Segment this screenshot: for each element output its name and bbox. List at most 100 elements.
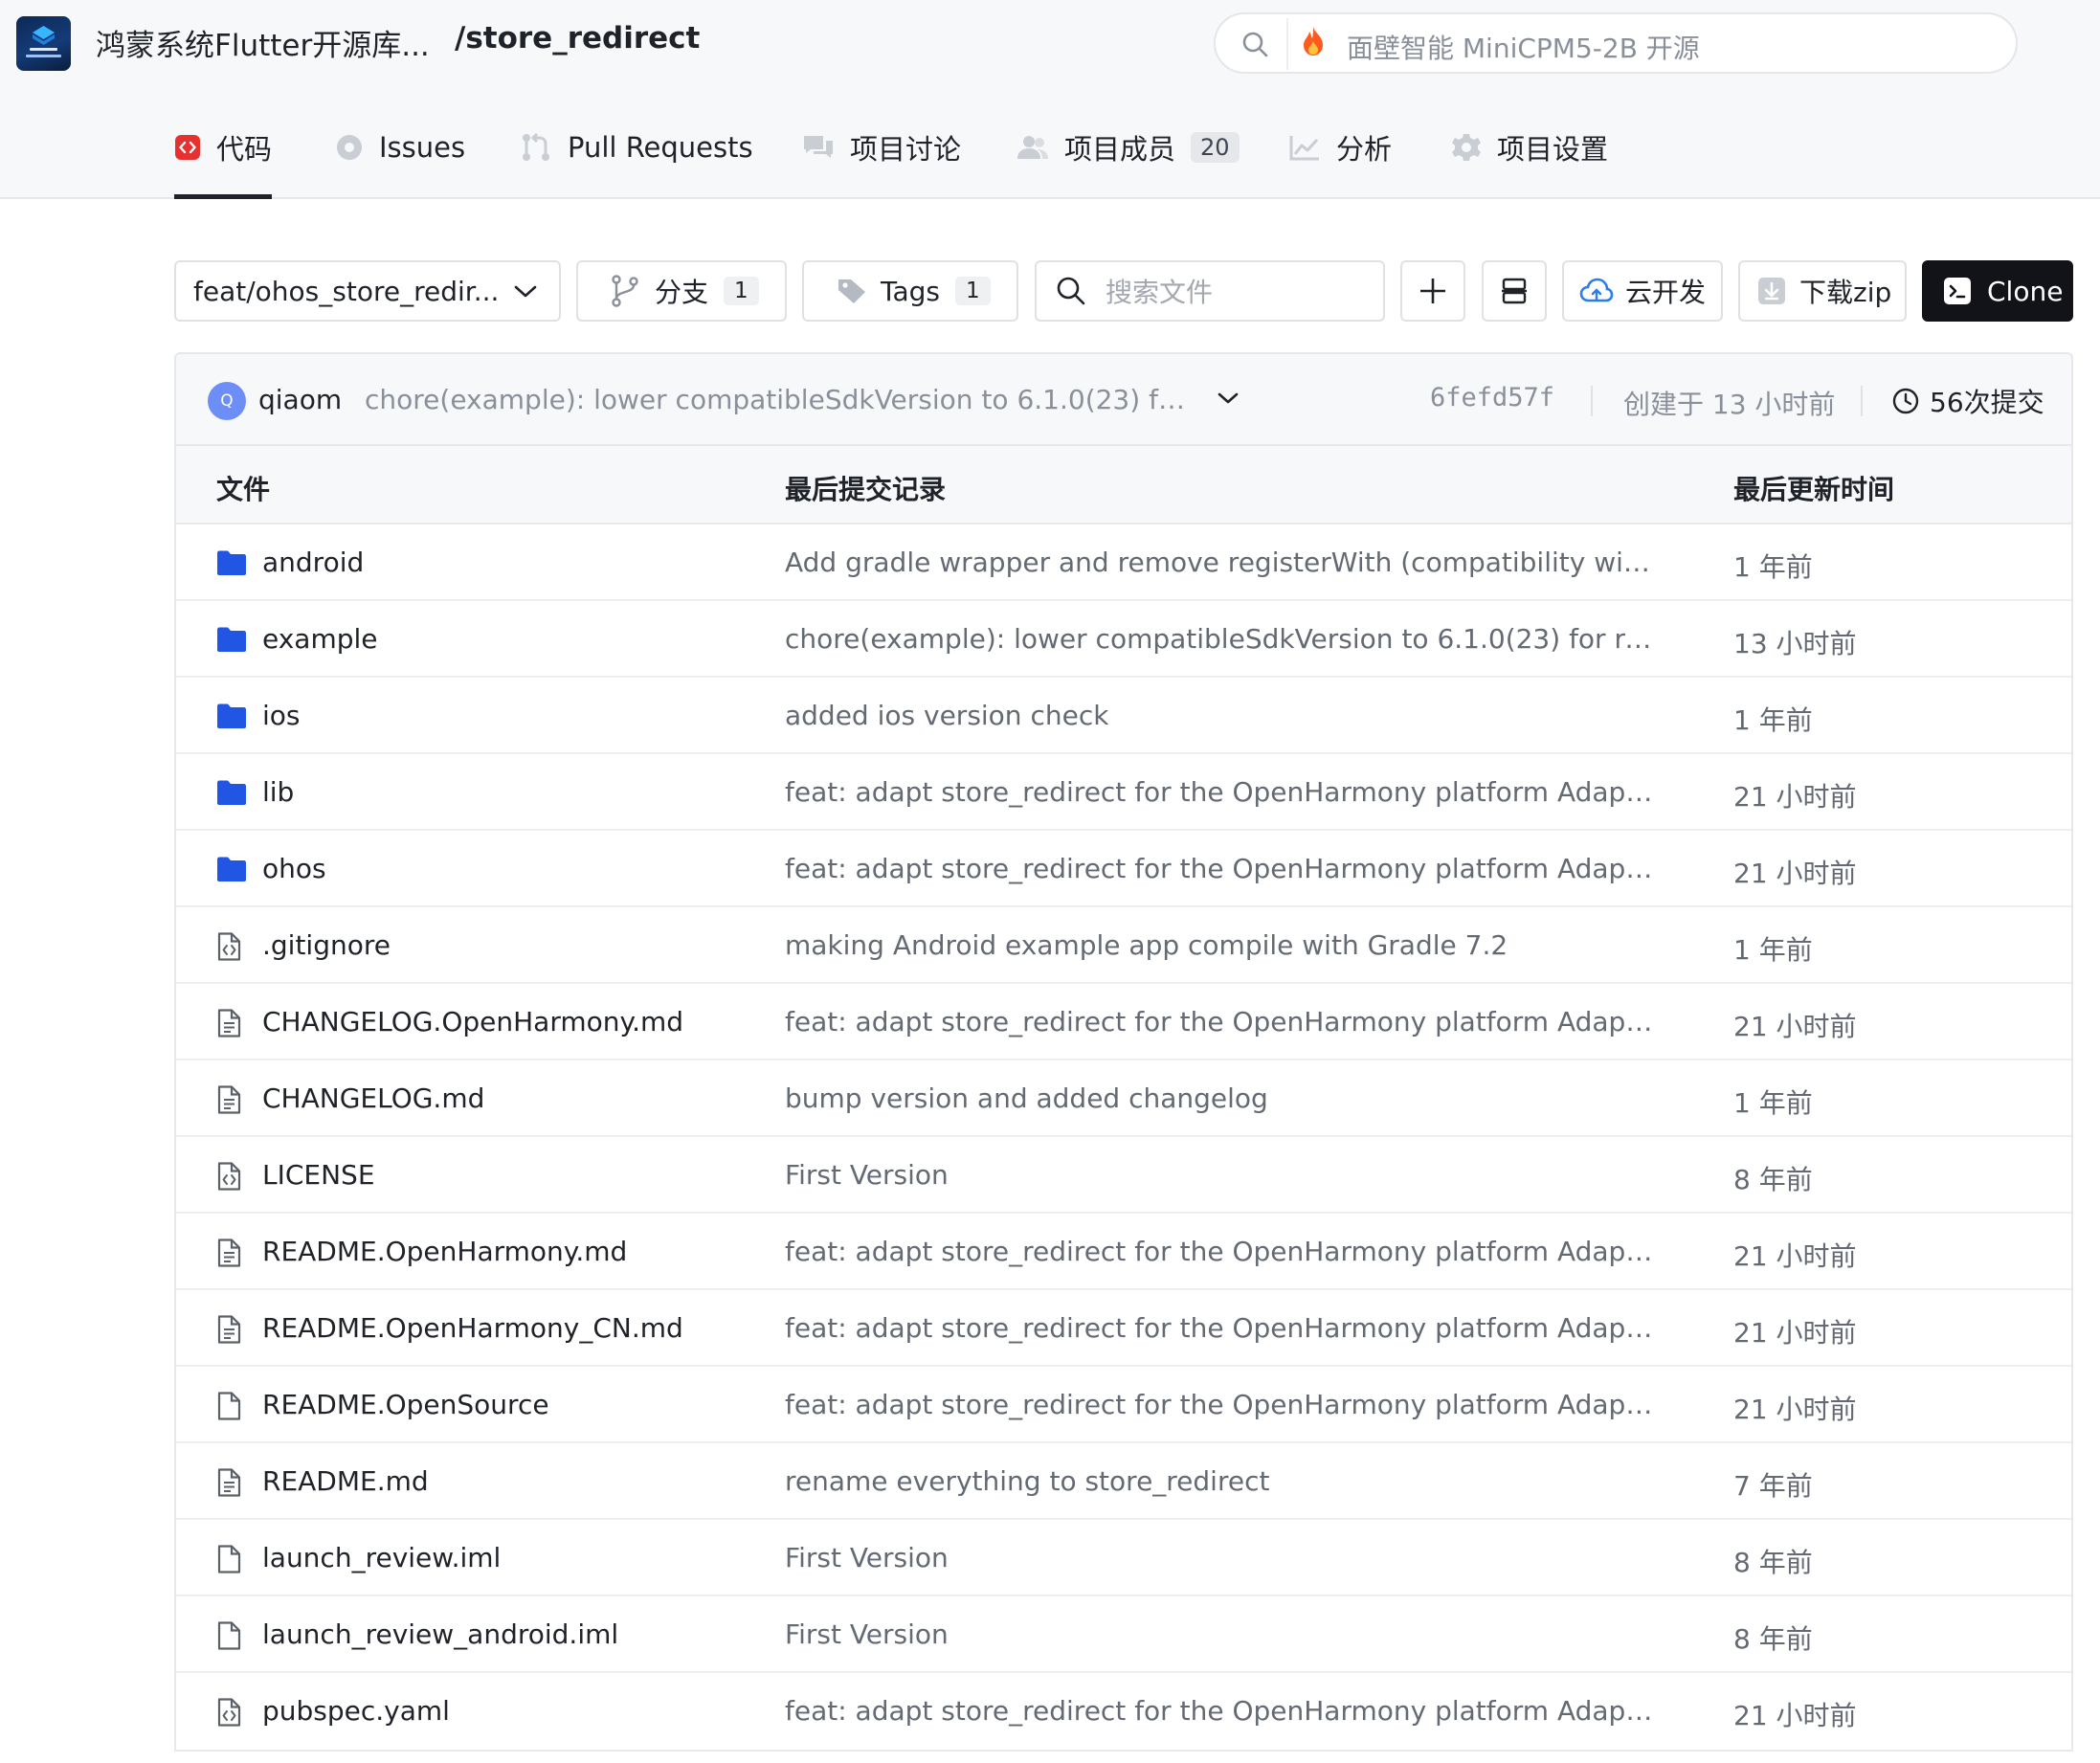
- file-name-link[interactable]: ohos: [262, 853, 326, 884]
- code-file-icon: [216, 1162, 241, 1194]
- file-commit-message-link[interactable]: First Version: [785, 1159, 1656, 1191]
- folder-icon: [216, 779, 247, 810]
- file-commit-message-link[interactable]: added ios version check: [785, 700, 1656, 731]
- tab-discussions[interactable]: 项目讨论: [802, 98, 961, 197]
- file-commit-message-link[interactable]: bump version and added changelog: [785, 1082, 1656, 1114]
- file-name-link[interactable]: launch_review_android.iml: [262, 1618, 618, 1650]
- web-ide-button[interactable]: [1482, 260, 1547, 322]
- file-name-link[interactable]: ios: [262, 700, 301, 731]
- avatar[interactable]: Q: [208, 382, 246, 420]
- file-commit-message-link[interactable]: feat: adapt store_redirect for the OpenH…: [785, 1006, 1656, 1038]
- tab-code[interactable]: 代码: [174, 98, 273, 199]
- file-name-link[interactable]: example: [262, 623, 378, 655]
- tab-pull-requests[interactable]: Pull Requests: [520, 98, 753, 197]
- table-row[interactable]: ios added ios version check 1 年前: [176, 678, 2071, 754]
- file-commit-message-link[interactable]: feat: adapt store_redirect for the OpenH…: [785, 1389, 1656, 1420]
- table-row[interactable]: launch_review.iml First Version 8 年前: [176, 1520, 2071, 1596]
- plus-icon: [1420, 279, 1445, 303]
- tab-analytics[interactable]: 分析: [1288, 98, 1392, 197]
- table-row[interactable]: android Add gradle wrapper and remove reg…: [176, 524, 2071, 601]
- file-name-link[interactable]: android: [262, 547, 364, 578]
- tab-analytics-label: 分析: [1336, 133, 1393, 166]
- clone-button[interactable]: Clone: [1922, 260, 2073, 322]
- tab-code-label: 代码: [216, 133, 273, 166]
- chevron-down-icon[interactable]: [1217, 391, 1240, 408]
- cloud-dev-button[interactable]: 云开发: [1562, 260, 1723, 322]
- commit-divider: [1591, 386, 1593, 416]
- file-name-link[interactable]: launch_review.iml: [262, 1542, 501, 1573]
- file-commit-message-link[interactable]: feat: adapt store_redirect for the OpenH…: [785, 1236, 1656, 1267]
- file-name-link[interactable]: lib: [262, 776, 294, 808]
- table-row[interactable]: launch_review_android.iml First Version 8 …: [176, 1596, 2071, 1673]
- file-commit-message-link[interactable]: First Version: [785, 1542, 1656, 1573]
- download-zip-button[interactable]: 下载zip: [1738, 260, 1907, 322]
- file-commit-message-link[interactable]: chore(example): lower compatibleSdkVersi…: [785, 623, 1656, 655]
- branch-select[interactable]: feat/ohos_store_redir...: [174, 260, 561, 322]
- file-commit-message-link[interactable]: First Version: [785, 1618, 1656, 1650]
- tab-settings[interactable]: 项目设置: [1451, 98, 1608, 197]
- repo-name-link[interactable]: /store_redirect: [455, 21, 700, 56]
- table-row[interactable]: LICENSE First Version 8 年前: [176, 1137, 2071, 1214]
- commit-count-link[interactable]: 56次提交: [1891, 382, 2044, 420]
- commit-divider: [1861, 386, 1863, 416]
- table-row[interactable]: README.md rename everything to store_redi…: [176, 1443, 2071, 1520]
- table-row[interactable]: CHANGELOG.md bump version and added chang…: [176, 1060, 2071, 1137]
- file-updated-time: 7 年前: [1733, 1470, 1813, 1502]
- file-name-link[interactable]: README.OpenHarmony_CN.md: [262, 1312, 683, 1344]
- tags-count: 1: [955, 277, 991, 305]
- file-updated-time: 21 小时前: [1733, 1011, 1857, 1042]
- members-icon: [1017, 136, 1048, 159]
- file-icon: [216, 1545, 241, 1577]
- commit-hash-link[interactable]: 6fefd57f: [1430, 383, 1554, 413]
- table-row[interactable]: README.OpenHarmony.md feat: adapt store_r…: [176, 1214, 2071, 1290]
- file-name-link[interactable]: CHANGELOG.OpenHarmony.md: [262, 1006, 683, 1038]
- file-commit-message-link[interactable]: feat: adapt store_redirect for the OpenH…: [785, 1695, 1656, 1727]
- file-name-link[interactable]: README.OpenHarmony.md: [262, 1236, 627, 1267]
- file-name-link[interactable]: README.md: [262, 1465, 429, 1497]
- header-updated: 最后更新时间: [1733, 474, 1895, 505]
- file-search-input[interactable]: 搜索文件: [1106, 272, 1213, 310]
- table-row[interactable]: CHANGELOG.OpenHarmony.md feat: adapt stor…: [176, 984, 2071, 1060]
- global-search-input[interactable]: 面壁智能 MiniCPM5-2B 开源: [1347, 28, 1700, 66]
- code-icon: [175, 135, 200, 160]
- branches-button[interactable]: 分支 1: [576, 260, 787, 322]
- file-updated-time: 8 年前: [1733, 1164, 1813, 1195]
- file-updated-time: 21 小时前: [1733, 858, 1857, 889]
- tab-issues[interactable]: Issues: [335, 98, 465, 197]
- file-commit-message-link[interactable]: feat: adapt store_redirect for the OpenH…: [785, 1312, 1656, 1344]
- table-row[interactable]: README.OpenSource feat: adapt store_redir…: [176, 1367, 2071, 1443]
- commit-author-link[interactable]: qiaom: [258, 384, 342, 415]
- commit-created-time: 创建于 13 小时前: [1623, 389, 1836, 420]
- file-name-link[interactable]: LICENSE: [262, 1159, 375, 1191]
- file-commit-message-link[interactable]: making Android example app compile with …: [785, 929, 1656, 961]
- text-file-icon: [216, 1085, 241, 1118]
- file-search-box[interactable]: 搜索文件: [1035, 260, 1385, 322]
- commit-message-link[interactable]: chore(example): lower compatibleSdkVersi…: [365, 384, 1188, 415]
- table-row[interactable]: example chore(example): lower compatibleS…: [176, 601, 2071, 678]
- file-commit-message-link[interactable]: Add gradle wrapper and remove registerWi…: [785, 547, 1656, 578]
- file-name-link[interactable]: CHANGELOG.md: [262, 1082, 484, 1114]
- harmony-flutter-logo-icon[interactable]: [16, 16, 71, 71]
- file-name-link[interactable]: pubspec.yaml: [262, 1695, 450, 1727]
- file-commit-message-link[interactable]: feat: adapt store_redirect for the OpenH…: [785, 776, 1656, 808]
- file-commit-message-link[interactable]: feat: adapt store_redirect for the OpenH…: [785, 853, 1656, 884]
- file-updated-time: 21 小时前: [1733, 1317, 1857, 1349]
- search-icon: [1242, 32, 1268, 57]
- file-commit-message-link[interactable]: rename everything to store_redirect: [785, 1465, 1656, 1497]
- table-row[interactable]: ohos feat: adapt store_redirect for the O…: [176, 831, 2071, 907]
- chevron-down-icon: [514, 285, 537, 298]
- table-row[interactable]: README.OpenHarmony_CN.md feat: adapt stor…: [176, 1290, 2071, 1367]
- file-updated-time: 21 小时前: [1733, 1700, 1857, 1731]
- tab-pull-requests-label: Pull Requests: [568, 131, 753, 164]
- file-name-link[interactable]: .gitignore: [262, 929, 391, 961]
- file-name-link[interactable]: README.OpenSource: [262, 1389, 549, 1420]
- global-search-box[interactable]: 面壁智能 MiniCPM5-2B 开源: [1214, 12, 2018, 74]
- table-row[interactable]: .gitignore making Android example app com…: [176, 907, 2071, 984]
- clone-label: Clone: [1987, 275, 2064, 307]
- table-row[interactable]: lib feat: adapt store_redirect for the Op…: [176, 754, 2071, 831]
- add-file-button[interactable]: [1400, 260, 1465, 322]
- tags-button[interactable]: Tags 1: [802, 260, 1018, 322]
- table-row[interactable]: pubspec.yaml feat: adapt store_redirect f…: [176, 1673, 2071, 1750]
- repo-owner-link[interactable]: 鸿蒙系统Flutter开源库...: [96, 21, 430, 64]
- tab-members[interactable]: 项目成员 20: [1016, 98, 1240, 197]
